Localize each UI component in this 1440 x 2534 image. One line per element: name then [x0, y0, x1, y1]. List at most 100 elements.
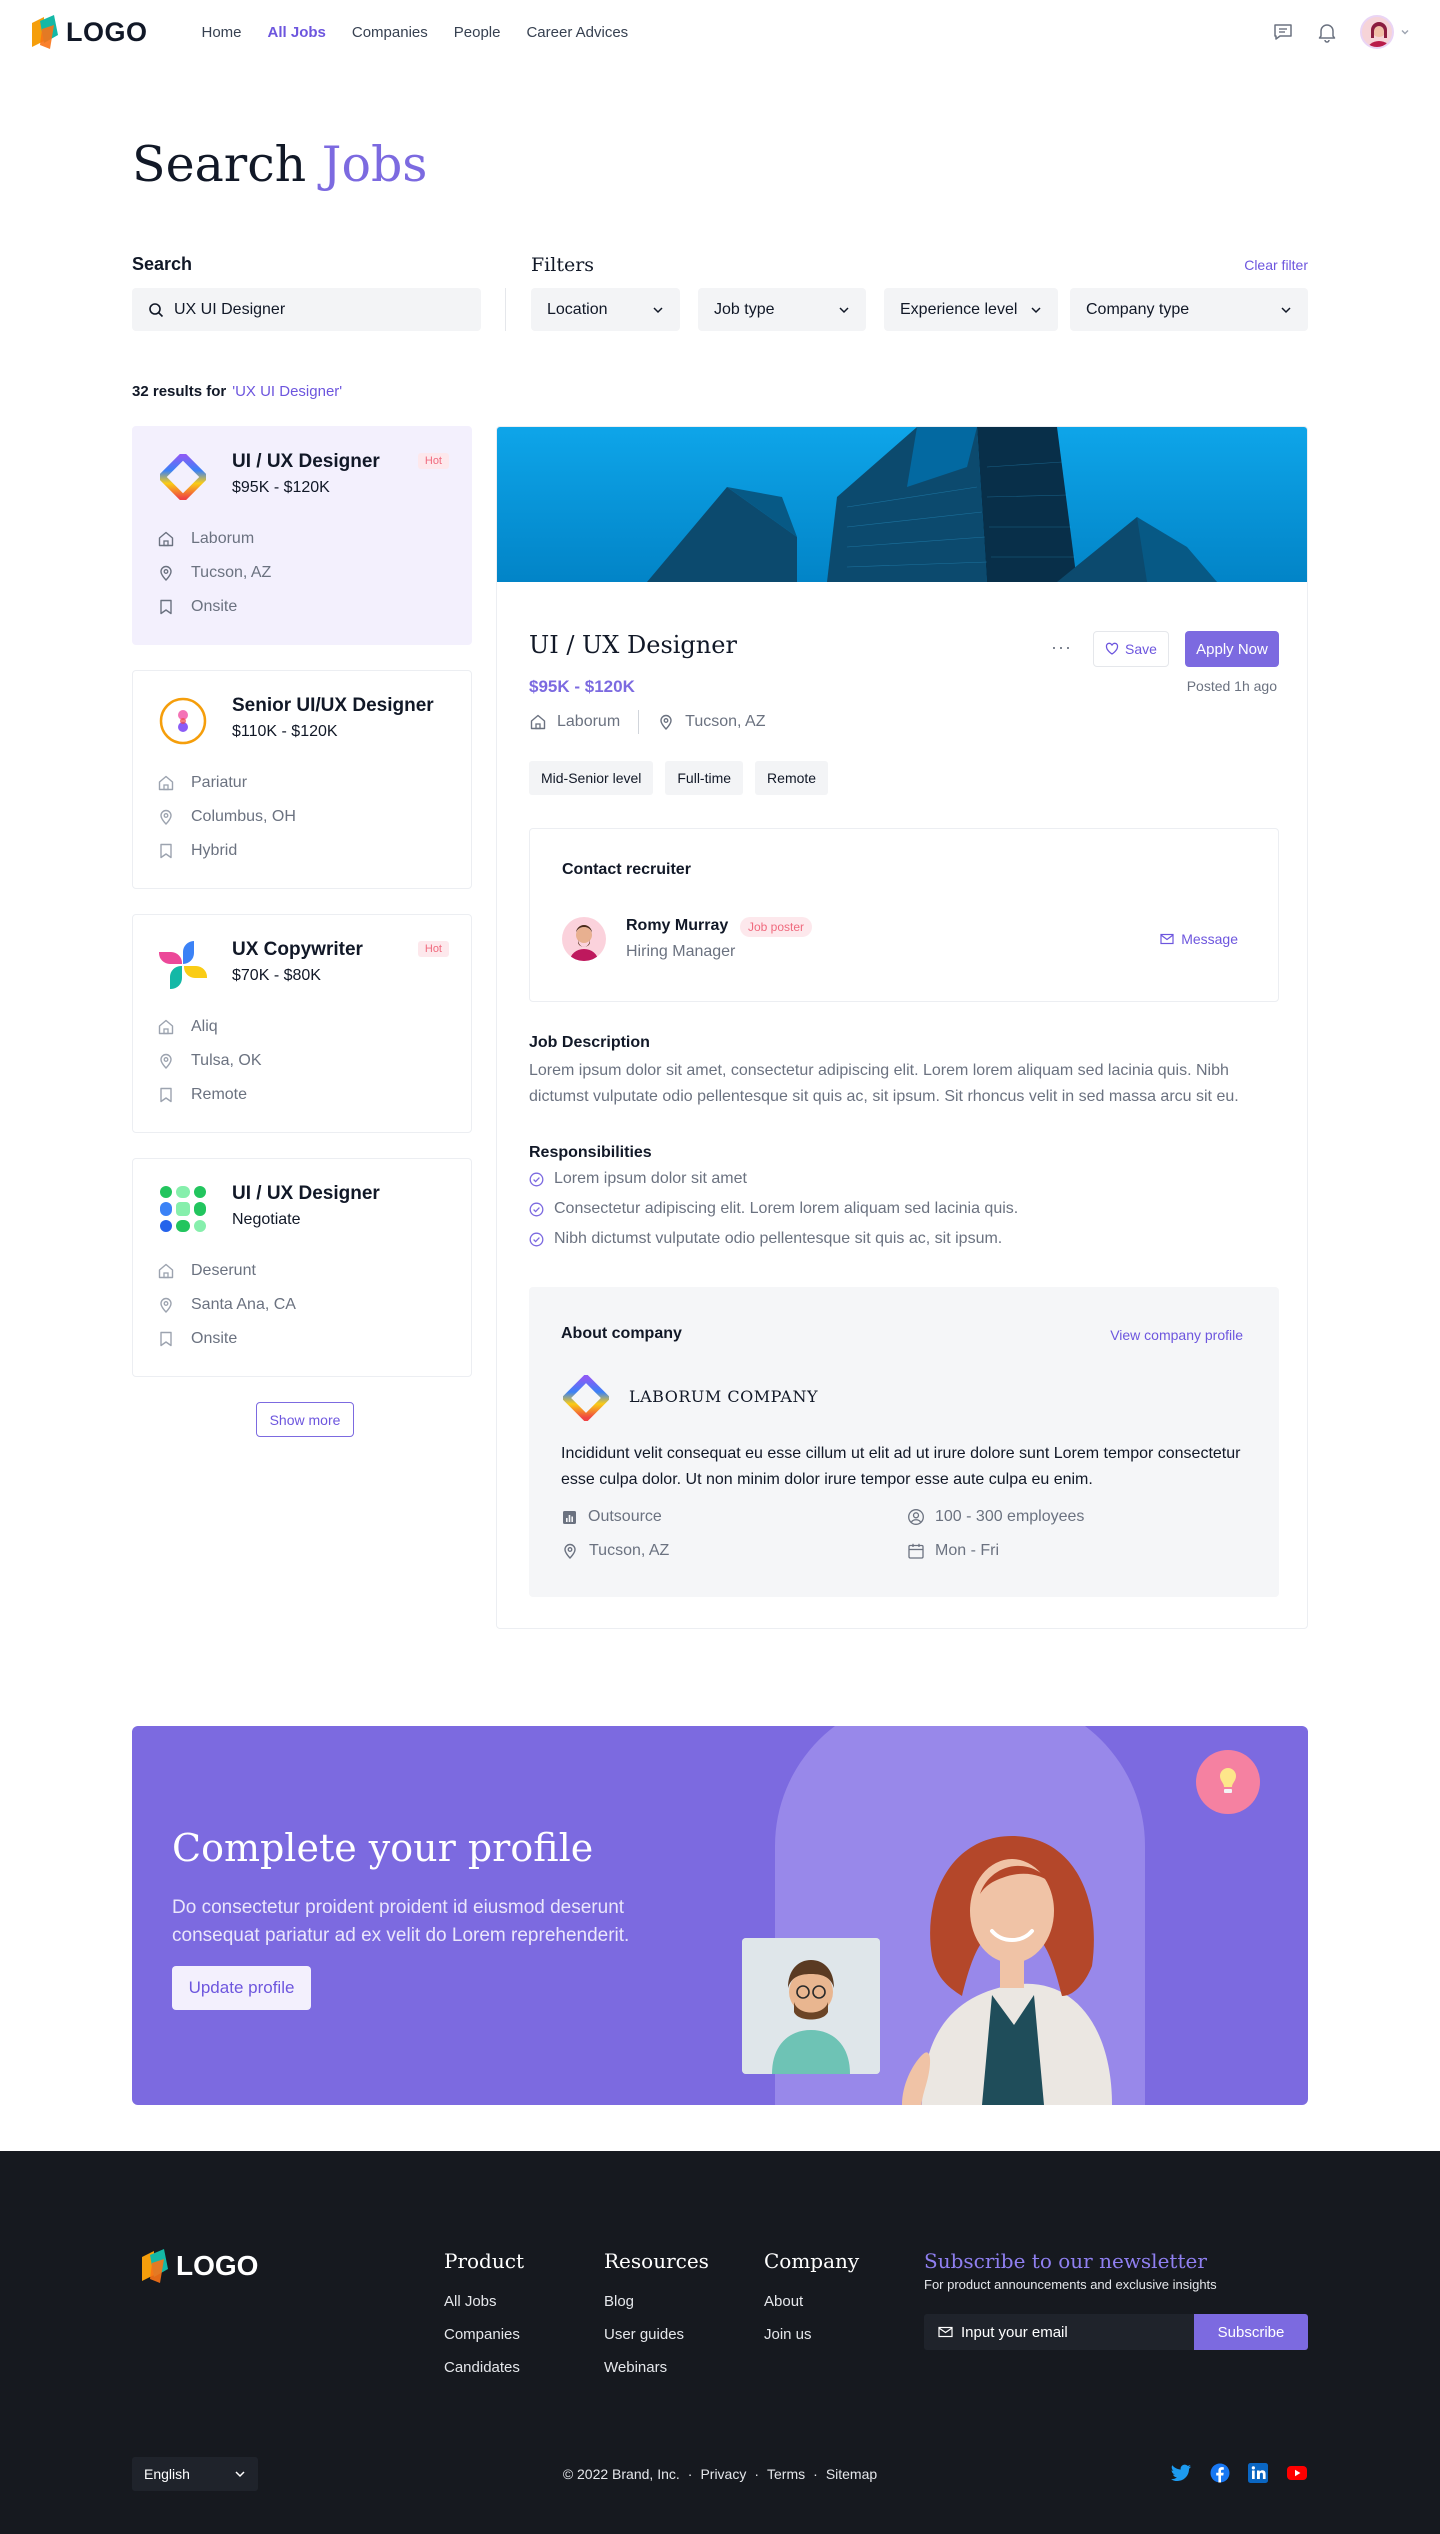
job-card-title: UI / UX Designer — [232, 451, 380, 472]
results-count: 32 results for — [132, 383, 227, 400]
logo-icon — [142, 2249, 168, 2283]
job-card-worktype: Onsite — [157, 1330, 237, 1348]
linkedin-icon[interactable] — [1248, 2463, 1268, 2483]
nav-home[interactable]: Home — [202, 24, 242, 41]
twitter-icon[interactable] — [1170, 2463, 1192, 2483]
filter-company-type[interactable]: Company type — [1070, 288, 1308, 331]
footer-link[interactable]: About — [764, 2293, 859, 2310]
job-detail-panel: UI / UX Designer ··· Save Apply Now $95K… — [496, 426, 1308, 1629]
location-pin-icon — [160, 1297, 172, 1313]
footer-link[interactable]: User guides — [604, 2326, 709, 2343]
job-card-worktype-text: Onsite — [191, 598, 238, 615]
job-card-location: Santa Ana, CA — [157, 1296, 296, 1314]
nav-people[interactable]: People — [454, 24, 501, 41]
job-card[interactable]: Senior UI/UX Designer $110K - $120K Pari… — [132, 670, 472, 889]
terms-link[interactable]: Terms — [767, 2466, 805, 2482]
hot-badge: Hot — [417, 941, 449, 957]
user-menu[interactable] — [1360, 15, 1410, 49]
nav-companies[interactable]: Companies — [352, 24, 428, 41]
apply-now-button[interactable]: Apply Now — [1185, 631, 1279, 667]
location-pin-icon — [660, 714, 672, 730]
job-detail-location: Tucson, AZ — [685, 713, 766, 730]
clear-filter-link[interactable]: Clear filter — [1244, 257, 1308, 273]
footer-link[interactable]: Blog — [604, 2293, 709, 2310]
subscribe-button[interactable]: Subscribe — [1194, 2314, 1308, 2350]
company-hours-text: Mon - Fri — [935, 1542, 999, 1559]
job-card-worktype-text: Onsite — [191, 1330, 238, 1347]
nav-all-jobs[interactable]: All Jobs — [268, 24, 326, 41]
job-detail-company[interactable]: Laborum — [557, 713, 620, 731]
message-button[interactable]: Message — [1160, 931, 1238, 947]
home-icon — [158, 1019, 174, 1035]
privacy-link[interactable]: Privacy — [700, 2466, 746, 2482]
job-card[interactable]: UI / UX Designer $95K - $120K Hot Laboru… — [132, 426, 472, 645]
nav-career-advices[interactable]: Career Advices — [526, 24, 628, 41]
company-logo — [158, 452, 208, 502]
company-logo — [158, 940, 208, 990]
bookmark-icon — [160, 1087, 172, 1103]
newsletter-subtext: For product announcements and exclusive … — [924, 2277, 1217, 2292]
job-card-location-text: Columbus, OH — [191, 808, 296, 825]
logo[interactable]: LOGO — [30, 15, 148, 49]
job-poster-badge: Job poster — [740, 917, 813, 937]
responsibilities-heading: Responsibilities — [529, 1144, 652, 1161]
mail-icon — [938, 2326, 953, 2338]
filter-job-type-label: Job type — [714, 300, 775, 318]
footer: LOGO Product All Jobs Companies Candidat… — [0, 2151, 1440, 2534]
company-logo — [561, 1373, 611, 1423]
footer-link[interactable]: All Jobs — [444, 2293, 524, 2310]
company-industry-text: Outsource — [588, 1508, 662, 1525]
show-more-button[interactable]: Show more — [256, 1402, 354, 1437]
chart-icon — [563, 1510, 576, 1524]
footer-logo[interactable]: LOGO — [140, 2249, 258, 2283]
filter-job-type[interactable]: Job type — [698, 288, 866, 331]
job-card-company-name: Pariatur — [191, 774, 248, 791]
job-card-company: Laborum — [157, 530, 254, 548]
search-input[interactable]: UX UI Designer — [132, 288, 481, 331]
job-card-title: Senior UI/UX Designer — [232, 695, 434, 716]
job-card-company-name: Deserunt — [191, 1262, 256, 1279]
message-icon[interactable] — [1272, 21, 1294, 43]
bell-icon[interactable] — [1316, 21, 1338, 43]
filters-label: Filters — [531, 254, 595, 276]
footer-link[interactable]: Candidates — [444, 2359, 524, 2376]
filter-experience-level[interactable]: Experience level — [884, 288, 1058, 331]
job-card-title: UX Copywriter — [232, 939, 363, 960]
company-hours: Mon - Fri — [907, 1542, 999, 1560]
save-button[interactable]: Save — [1093, 631, 1169, 667]
sitemap-link[interactable]: Sitemap — [826, 2466, 877, 2482]
company-location: Tucson, AZ — [561, 1542, 669, 1560]
more-options-icon[interactable]: ··· — [1051, 637, 1072, 658]
contact-recruiter-card: Contact recruiter Romy Murray Job poster… — [529, 828, 1279, 1002]
home-icon — [158, 1263, 174, 1279]
view-company-profile-link[interactable]: View company profile — [1110, 1327, 1243, 1343]
location-pin-icon — [160, 565, 172, 581]
nav-right — [1272, 15, 1410, 49]
user-circle-icon — [908, 1509, 924, 1525]
footer-link[interactable]: Join us — [764, 2326, 859, 2343]
chevron-down-icon — [1031, 306, 1041, 313]
company-description: Incididunt velit consequat eu esse cillu… — [561, 1445, 1241, 1488]
update-profile-button[interactable]: Update profile — [172, 1966, 311, 2010]
footer-link[interactable]: Companies — [444, 2326, 524, 2343]
divider — [505, 288, 506, 331]
job-card[interactable]: UI / UX Designer Negotiate Deserunt Sant… — [132, 1158, 472, 1377]
separator: · — [754, 2466, 760, 2482]
check-circle-icon — [529, 1202, 544, 1216]
company-name: LABORUM COMPANY — [629, 1387, 819, 1406]
chevron-down-icon — [1401, 30, 1409, 35]
youtube-icon[interactable] — [1286, 2463, 1308, 2483]
filter-experience-label: Experience level — [900, 300, 1018, 318]
recruiter-avatar — [562, 917, 606, 961]
job-card[interactable]: UX Copywriter $70K - $80K Hot Aliq Tulsa… — [132, 914, 472, 1133]
facebook-icon[interactable] — [1210, 2463, 1230, 2483]
job-card-company: Pariatur — [157, 774, 247, 792]
job-card-salary: $110K - $120K — [232, 723, 338, 740]
bookmark-icon — [160, 599, 172, 615]
footer-link[interactable]: Webinars — [604, 2359, 709, 2376]
filter-location[interactable]: Location — [531, 288, 680, 331]
home-icon — [158, 775, 174, 791]
email-input[interactable]: Input your email — [924, 2314, 1194, 2350]
job-card-salary: Negotiate — [232, 1211, 301, 1228]
footer-resources-column: Resources Blog User guides Webinars — [604, 2249, 709, 2392]
